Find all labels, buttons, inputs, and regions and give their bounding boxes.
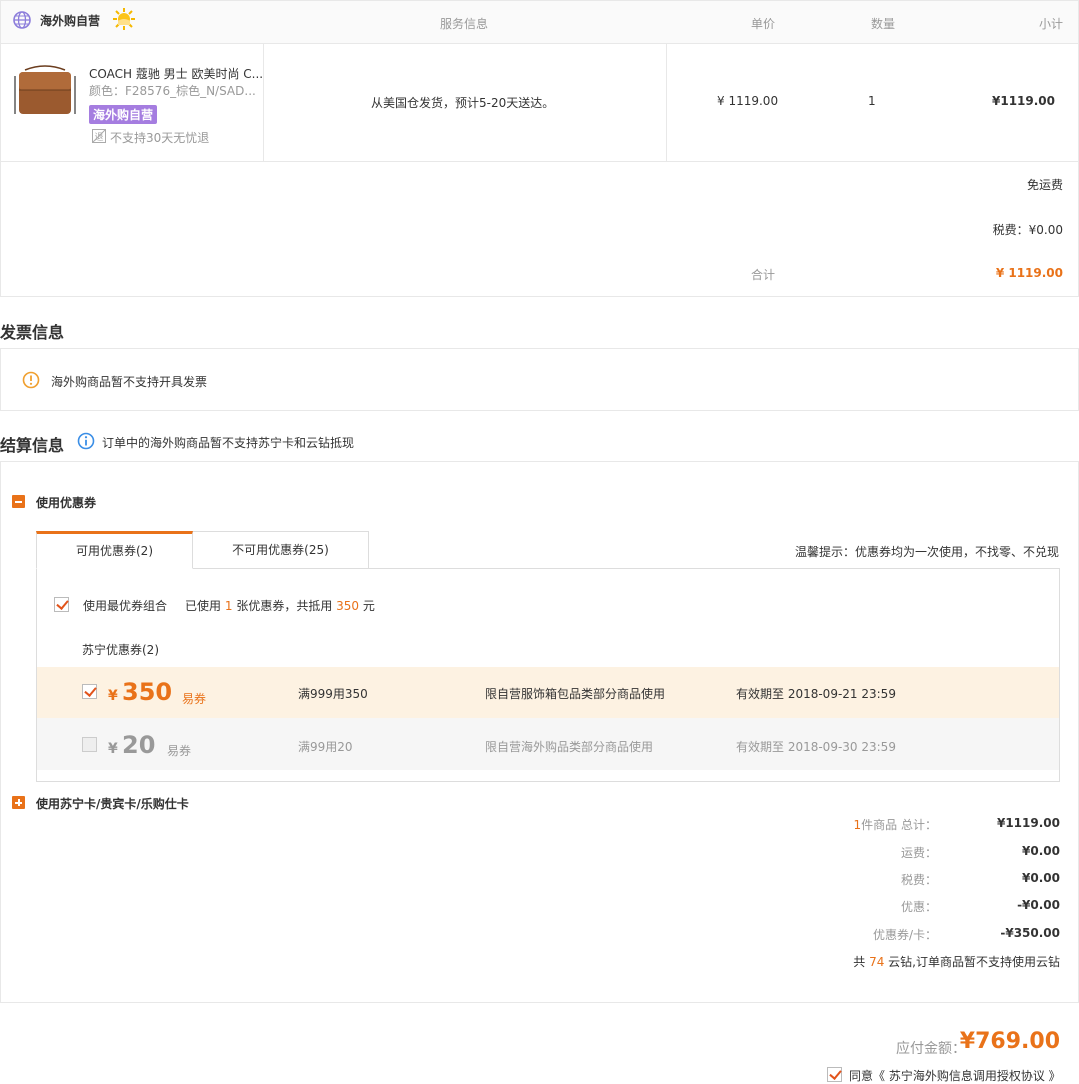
product-row: COACH 蔻驰 男士 欧美时尚 C... 颜色：F28576_棕色_N/SAD… xyxy=(0,43,1079,162)
used-prefix: 已使用 xyxy=(185,599,222,613)
order-summary: 免运费 税费：¥0.00 合计 ¥ 1119.00 xyxy=(0,161,1079,297)
yunzuan-prefix: 共 xyxy=(853,955,866,969)
coupon-condition: 满99用20 xyxy=(298,740,353,754)
coupon-type: 易券 xyxy=(182,692,207,706)
col-service: 服务信息 xyxy=(440,17,489,31)
invoice-box: 海外购商品暂不支持开具发票 xyxy=(0,348,1079,411)
coupon-usage-summary: 已使用 1 张优惠券，共抵用 350 元 xyxy=(185,597,375,614)
best-combo-label[interactable]: 使用最优券组合 xyxy=(83,597,167,614)
coupon-amount: 350 xyxy=(122,678,173,706)
coupon-total-label: 优惠券/卡： xyxy=(872,928,937,942)
discount-value: -¥0.00 xyxy=(1017,898,1060,912)
coupon-total-value: -¥350.00 xyxy=(1000,926,1060,940)
col-quantity: 数量 xyxy=(871,17,896,31)
no-return-icon: 退 xyxy=(91,128,107,144)
used-mid: 张优惠券，共抵用 xyxy=(236,599,333,613)
collapse-icon[interactable] xyxy=(12,495,25,508)
payable-amount: ¥769.00 xyxy=(959,1029,1060,1054)
agreement-text: 同意《 苏宁海外购信息调用授权协议 》 xyxy=(849,1067,1061,1084)
invoice-title: 发票信息 xyxy=(0,323,65,342)
tax-text: 税费：¥0.00 xyxy=(992,223,1063,237)
coupon-section-title[interactable]: 使用优惠券 xyxy=(36,494,96,511)
col-unit-price: 单价 xyxy=(751,17,776,31)
settlement-notice: 订单中的海外购商品暂不支持苏宁卡和云钻抵现 xyxy=(102,436,355,450)
tab-unavailable-coupons[interactable]: 不可用优惠券(25) xyxy=(192,531,369,569)
coupon-group-label: 苏宁优惠券(2) xyxy=(82,643,159,657)
expand-icon[interactable] xyxy=(12,796,25,809)
invoice-notice: 海外购商品暂不支持开具发票 xyxy=(51,375,208,389)
unit-price: ¥ 1119.00 xyxy=(717,94,779,108)
quantity: 1 xyxy=(868,94,876,108)
coupon-checkbox[interactable] xyxy=(82,737,97,752)
coupon-checkbox[interactable] xyxy=(82,684,97,699)
tax-label: 税费： xyxy=(900,873,937,887)
globe-icon xyxy=(12,10,32,30)
settlement-title: 结算信息 xyxy=(0,436,65,455)
coupon-currency: ¥ xyxy=(108,741,118,757)
goods-label: 件商品 总计： xyxy=(861,818,937,832)
agreement-link[interactable]: 《 苏宁海外购信息调用授权协议 》 xyxy=(873,1069,1061,1083)
yunzuan-suffix: 云钻,订单商品暂不支持使用云钻 xyxy=(888,955,1060,969)
coupon-condition: 满999用350 xyxy=(298,687,368,701)
coupon-scope: 限自营海外购品类部分商品使用 xyxy=(485,740,654,754)
shipping-label: 运费： xyxy=(900,846,937,860)
goods-total-value: ¥1119.00 xyxy=(996,816,1060,830)
best-combo-checkbox[interactable] xyxy=(54,597,69,612)
agree-checkbox[interactable] xyxy=(827,1067,842,1082)
card-section-title[interactable]: 使用苏宁卡/贵宾卡/乐购仕卡 xyxy=(36,795,189,812)
cart-header: 海外购自营 服务信息 单价 数量 小计 xyxy=(0,0,1079,44)
overseas-badge: 海外购自营 xyxy=(89,105,158,124)
tab-available-coupons[interactable]: 可用优惠券(2) xyxy=(36,531,193,569)
subtotal: ¥1119.00 xyxy=(992,94,1056,108)
product-spec: 颜色：F28576_棕色_N/SAD... xyxy=(89,84,256,98)
service-info: 从美国仓发货，预计5-20天送达。 xyxy=(371,96,555,110)
used-suffix: 元 xyxy=(362,599,375,613)
coupon-currency: ¥ xyxy=(108,688,118,704)
info-icon xyxy=(77,432,95,450)
coupon-type: 易券 xyxy=(167,744,192,758)
yunzuan-notice: 共 74 云钻,订单商品暂不支持使用云钻 xyxy=(853,953,1060,970)
agree-prefix: 同意 xyxy=(849,1069,874,1083)
coupon-validity: 有效期至 2018-09-30 23:59 xyxy=(736,740,896,754)
total-label: 合计 xyxy=(751,268,776,282)
coupon-amount: 20 xyxy=(122,731,156,759)
used-amount: 350 xyxy=(336,599,360,613)
coupon-tip: 温馨提示：优惠券均为一次使用，不找零、不兑现 xyxy=(794,545,1059,559)
discount-label: 优惠： xyxy=(900,900,937,914)
return-policy: 不支持30天无忧退 xyxy=(110,131,210,145)
col-subtotal: 小计 xyxy=(1039,17,1064,31)
product-image[interactable] xyxy=(11,64,79,124)
goods-total-label: 1件商品 总计： xyxy=(854,816,937,833)
svg-text:退: 退 xyxy=(94,132,103,143)
payable-label: 应付金额： xyxy=(896,1041,966,1057)
coupon-scope: 限自营服饰箱包品类部分商品使用 xyxy=(485,687,666,701)
tax-value: ¥0.00 xyxy=(1022,871,1060,885)
warning-icon xyxy=(22,371,40,389)
product-name[interactable]: COACH 蔻驰 男士 欧美时尚 C... xyxy=(89,65,263,82)
sun-icon xyxy=(112,7,136,31)
shipping-value: ¥0.00 xyxy=(1022,844,1060,858)
total-value: ¥ 1119.00 xyxy=(995,266,1063,280)
shop-name[interactable]: 海外购自营 xyxy=(40,12,100,29)
used-count: 1 xyxy=(224,599,233,613)
yunzuan-count: 74 xyxy=(869,955,885,969)
coupon-validity: 有效期至 2018-09-21 23:59 xyxy=(736,687,896,701)
shipping-text: 免运费 xyxy=(1026,178,1063,192)
